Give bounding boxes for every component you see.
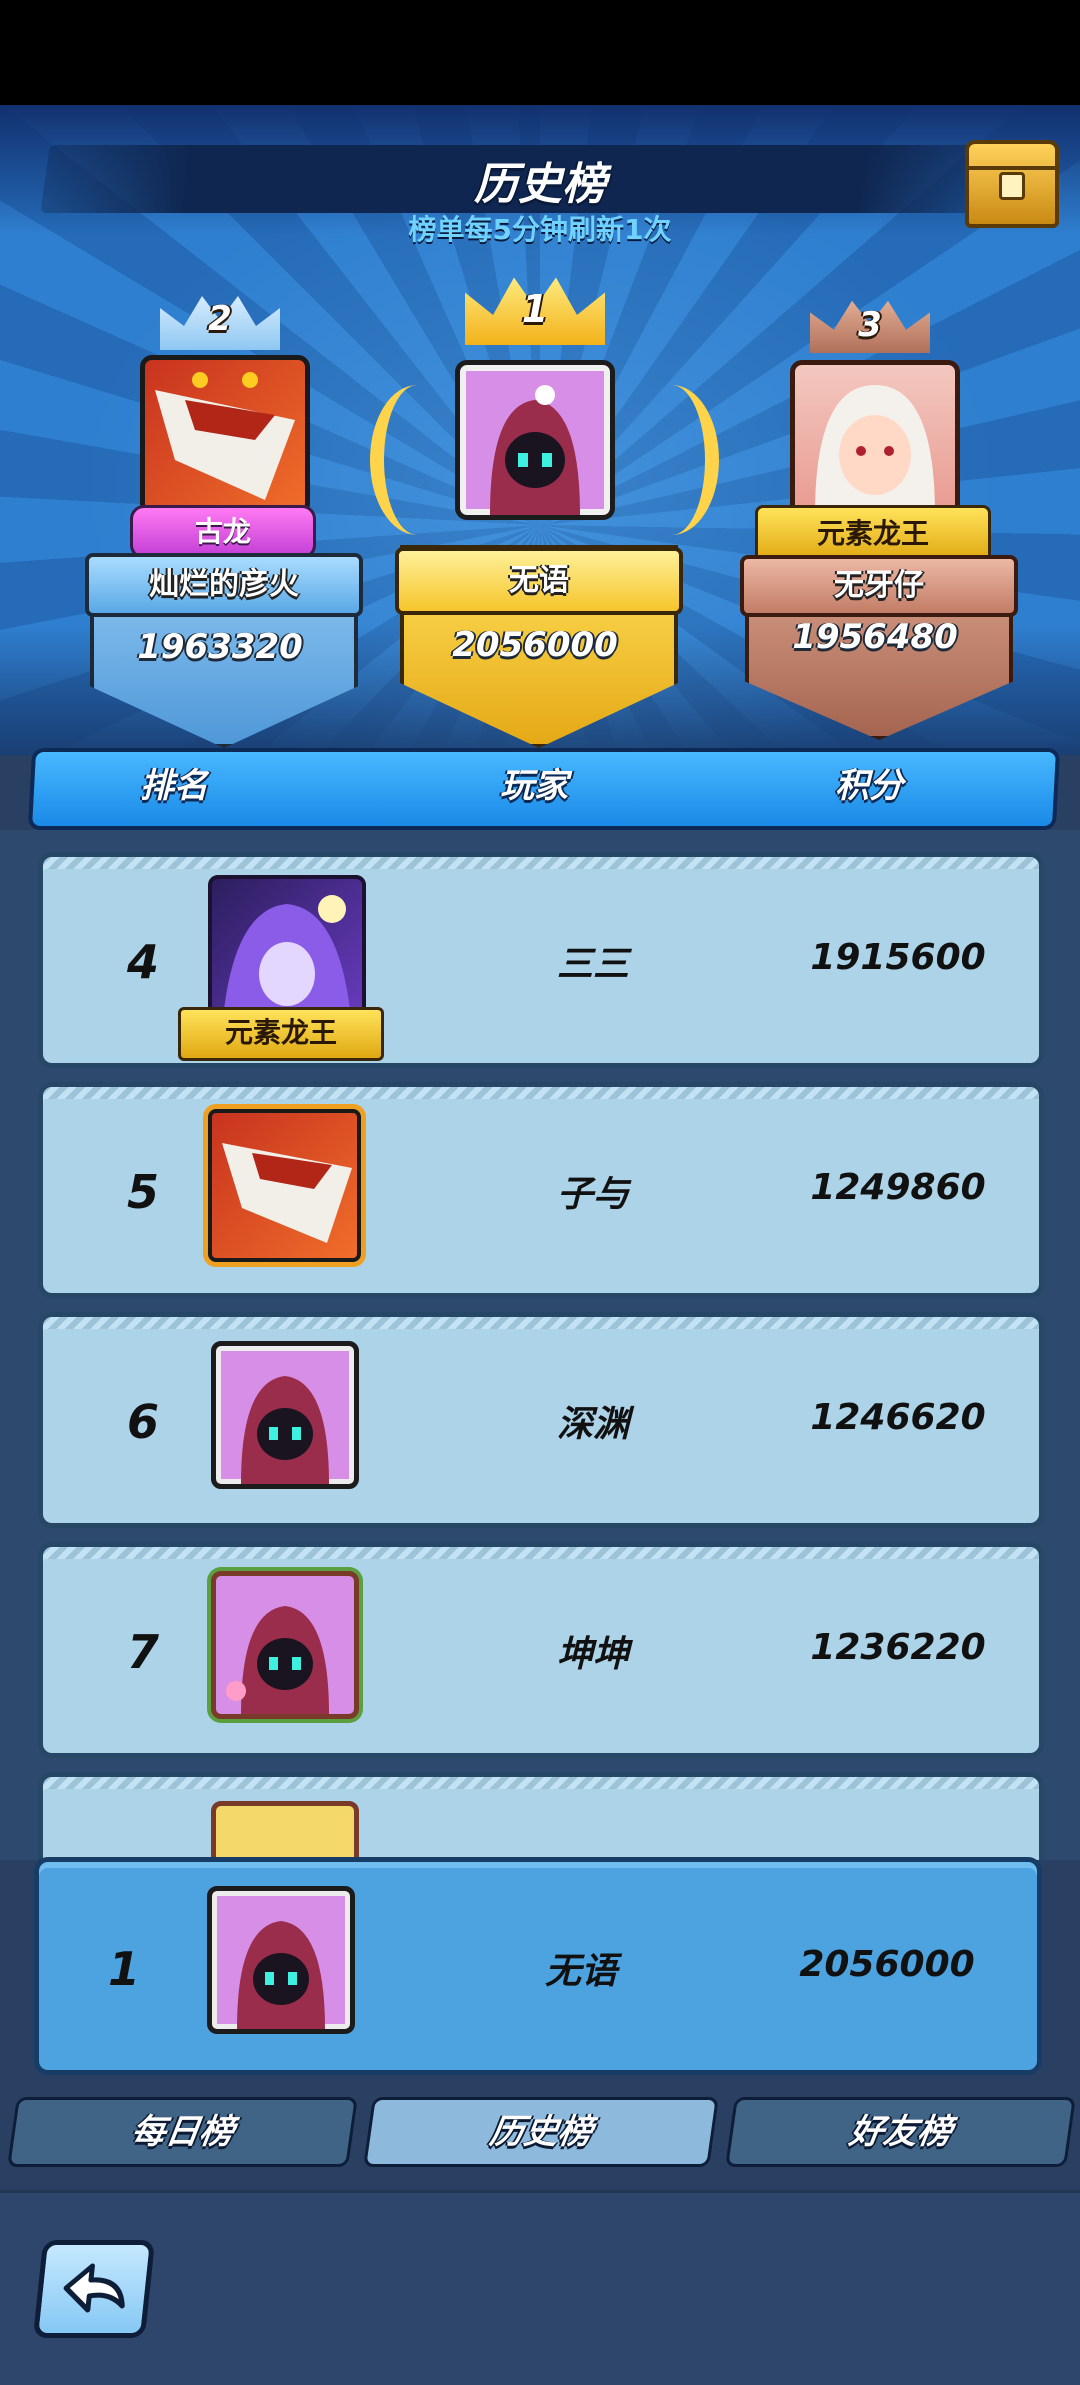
podium-third-score: 1956480 [792, 617, 958, 657]
row-title-badge: 元素龙王 [178, 1007, 384, 1061]
row-score: 1236220 [810, 1627, 986, 1668]
row-avatar [208, 1109, 361, 1262]
row-rank: 7 [126, 1625, 159, 1679]
row-player-name: 深渊 [556, 1404, 629, 1445]
hooded-figure-icon [490, 385, 580, 515]
row-avatar [211, 1801, 359, 1860]
row-rank: 6 [126, 1395, 159, 1449]
tab-daily[interactable]: 每日榜 [7, 2097, 358, 2167]
my-player-name: 无语 [544, 1951, 617, 1992]
column-score-label: 积分 [835, 766, 903, 806]
bottom-bar [0, 2190, 1080, 2385]
row-rank: 5 [126, 1165, 159, 1219]
podium-second-title-badge: 古龙 [130, 505, 316, 559]
row-score: 1246620 [810, 1397, 986, 1438]
laurel-left-icon [370, 385, 464, 535]
table-row[interactable]: 7 坤坤 1236220 [38, 1542, 1044, 1758]
page-subtitle: 榜单每5分钟刷新1次 [408, 213, 672, 246]
treasure-chest-icon[interactable] [965, 140, 1059, 228]
my-score: 2056000 [799, 1944, 975, 1985]
page-title: 历史榜 [474, 159, 606, 210]
podium-second[interactable]: 2 古龙 灿烂的彦火 1963320 [80, 285, 363, 748]
podium-third[interactable]: 3 元素龙王 无牙仔 1956480 [735, 295, 1018, 740]
podium-first-rank: 1 [521, 287, 549, 331]
tab-friends[interactable]: 好友榜 [725, 2097, 1076, 2167]
podium-second-score: 1963320 [137, 627, 303, 667]
table-row[interactable]: 5 子与 1249860 [38, 1082, 1044, 1298]
my-rank-row[interactable]: 1 无语 2056000 [34, 1857, 1042, 2075]
podium-second-rank: 2 [208, 299, 232, 339]
row-avatar [211, 1341, 359, 1489]
podium-first-score: 2056000 [452, 625, 618, 665]
dragon-avatar-icon [222, 1143, 352, 1243]
leaderboard-list[interactable]: 4 元素龙王 三三 1915600 5 子与 1249860 6 深渊 1246… [0, 830, 1080, 1860]
podium-first[interactable]: 1 无语 2056000 [370, 265, 719, 748]
podium-second-avatar [140, 355, 310, 515]
column-player-label: 玩家 [500, 766, 568, 806]
row-score: 1915600 [810, 937, 986, 978]
row-score: 1249860 [810, 1167, 986, 1208]
podium-third-name: 无牙仔 [740, 555, 1018, 617]
tab-history[interactable]: 历史榜 [363, 2097, 719, 2167]
hooded-figure-icon [226, 1606, 329, 1714]
hooded-figure-icon [241, 1376, 329, 1484]
row-player-name: 子与 [556, 1174, 629, 1215]
status-band [0, 0, 1080, 105]
podium-first-name: 无语 [395, 547, 683, 615]
hooded-figure-icon [237, 1921, 325, 2029]
white-hair-girl-icon [815, 385, 935, 515]
row-player-name: 三三 [556, 944, 629, 985]
table-row[interactable]: 4 元素龙王 三三 1915600 [38, 852, 1044, 1068]
row-avatar [211, 1571, 359, 1719]
row-player-name: 坤坤 [556, 1634, 629, 1675]
column-rank-label: 排名 [140, 766, 208, 806]
podium-third-rank: 3 [858, 305, 882, 345]
my-avatar [207, 1886, 355, 2034]
dragon-avatar-icon [155, 372, 295, 500]
my-rank: 1 [107, 1942, 140, 1996]
podium-first-avatar [455, 360, 615, 520]
row-rank: 4 [126, 935, 159, 989]
table-row[interactable]: 6 深渊 1246620 [38, 1312, 1044, 1528]
podium-third-avatar [790, 360, 960, 520]
podium-second-name: 灿烂的彦火 [85, 553, 363, 617]
back-button[interactable] [32, 2240, 156, 2338]
laurel-right-icon [625, 385, 719, 535]
back-arrow-icon [63, 2263, 125, 2313]
table-row-partial[interactable] [38, 1772, 1044, 1860]
